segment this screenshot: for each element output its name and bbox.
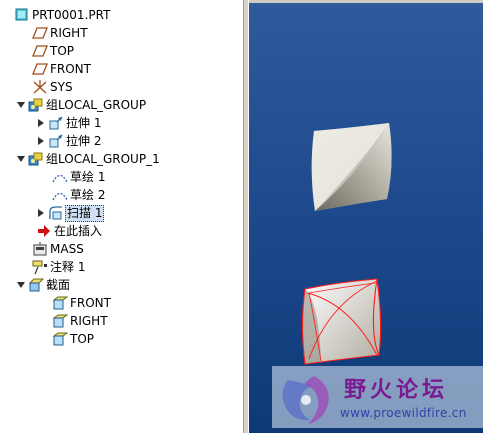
datum-plane-icon <box>32 43 48 59</box>
tree-item-section-top[interactable]: TOP <box>52 330 95 348</box>
group-icon <box>28 151 44 167</box>
expand-arrow-icon[interactable] <box>36 132 46 150</box>
tree-item-label: TOP <box>70 331 95 346</box>
section-plane-icon <box>52 295 68 311</box>
extrude-icon <box>48 115 64 131</box>
tree-item-datum-right[interactable]: RIGHT <box>32 24 89 42</box>
extrude-icon <box>48 133 64 149</box>
tree-item-section-right[interactable]: RIGHT <box>52 312 109 330</box>
tree-item-part[interactable]: PRT0001.PRT <box>14 6 111 24</box>
model-tree-panel[interactable]: PRT0001.PRT RIGHT TOP FRONT SYS 组LOCAL_G… <box>0 0 243 433</box>
mass-properties-icon <box>32 241 48 257</box>
tree-item-label: RIGHT <box>50 25 88 40</box>
tree-item-section-front[interactable]: FRONT <box>52 294 112 312</box>
expand-arrow-icon[interactable] <box>36 114 46 132</box>
sketch-icon <box>52 187 68 203</box>
flame-swirl-logo-icon <box>282 376 329 424</box>
tree-item-sketch-1[interactable]: 草绘 1 <box>52 168 106 186</box>
sweep-icon <box>48 205 64 221</box>
tree-item-label: MASS <box>50 241 84 256</box>
tree-item-label: 扫描 1 <box>65 204 105 222</box>
tree-item-annotation-1[interactable]: 注释 1 <box>32 258 86 276</box>
tree-item-label: 组LOCAL_GROUP <box>46 97 147 112</box>
tree-item-sweep-1[interactable]: 扫描 1 <box>36 204 105 222</box>
tree-item-label: 在此插入 <box>54 223 103 238</box>
expand-arrow-icon[interactable] <box>36 204 46 222</box>
cross-section-folder-icon <box>28 277 44 293</box>
tree-item-mass[interactable]: MASS <box>32 240 85 258</box>
tree-item-label: 截面 <box>46 277 71 292</box>
section-plane-icon <box>52 331 68 347</box>
sketch-icon <box>52 169 68 185</box>
tree-item-insert-here[interactable]: 在此插入 <box>36 222 103 240</box>
tree-item-local-group[interactable]: 组LOCAL_GROUP <box>16 96 147 114</box>
tree-item-label: 拉伸 2 <box>66 133 102 148</box>
tree-item-local-group-1[interactable]: 组LOCAL_GROUP_1 <box>16 150 161 168</box>
tree-item-sketch-2[interactable]: 草绘 2 <box>52 186 106 204</box>
tree-item-datum-front[interactable]: FRONT <box>32 60 92 78</box>
tree-item-extrude-1[interactable]: 拉伸 1 <box>36 114 102 132</box>
tree-item-label: PRT0001.PRT <box>32 7 111 22</box>
tree-item-label: FRONT <box>70 295 111 310</box>
annotation-icon <box>32 259 48 275</box>
swept-solid-body[interactable] <box>301 278 382 365</box>
tree-item-label: RIGHT <box>70 313 108 328</box>
tree-item-label: 注释 1 <box>50 259 86 274</box>
tree-item-label: 拉伸 1 <box>66 115 102 130</box>
group-icon <box>28 97 44 113</box>
insert-here-arrow-icon <box>36 223 52 239</box>
section-plane-icon <box>52 313 68 329</box>
tree-item-label: SYS <box>50 79 73 94</box>
tree-item-label: TOP <box>50 43 75 58</box>
watermark-url: www.proewildfire.cn <box>340 406 467 420</box>
watermark-banner: 野火论坛 www.proewildfire.cn <box>272 366 483 428</box>
tree-item-label: FRONT <box>50 61 91 76</box>
datum-plane-icon <box>32 25 48 41</box>
coordinate-system-icon <box>32 79 48 95</box>
tree-item-label: 草绘 2 <box>70 187 106 202</box>
collapse-arrow-icon[interactable] <box>16 276 26 294</box>
tree-item-label: 草绘 1 <box>70 169 106 184</box>
tree-item-cross-sections[interactable]: 截面 <box>16 276 71 294</box>
collapse-arrow-icon[interactable] <box>16 96 26 114</box>
tree-item-datum-top[interactable]: TOP <box>32 42 75 60</box>
datum-plane-icon <box>32 61 48 77</box>
tree-item-coordinate-system[interactable]: SYS <box>32 78 74 96</box>
watermark-title: 野火论坛 <box>344 378 449 403</box>
part-icon <box>14 7 30 23</box>
extruded-solid-body[interactable] <box>311 123 392 211</box>
tree-item-extrude-2[interactable]: 拉伸 2 <box>36 132 102 150</box>
tree-item-label: 组LOCAL_GROUP_1 <box>46 151 160 166</box>
collapse-arrow-icon[interactable] <box>16 150 26 168</box>
